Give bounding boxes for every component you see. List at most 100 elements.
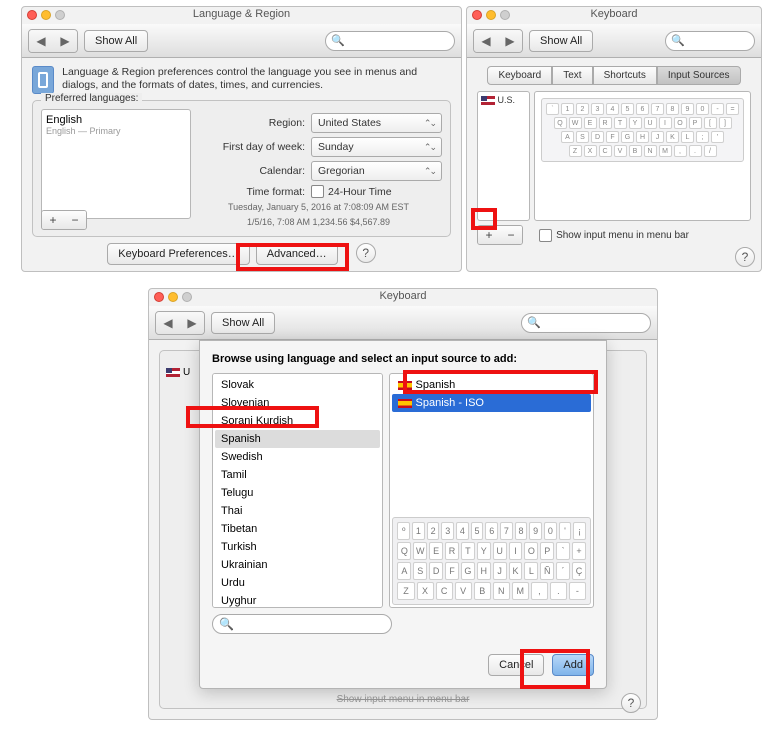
forward-button[interactable]: ▶	[180, 312, 204, 334]
input-source-item[interactable]: U.S.	[481, 95, 526, 105]
language-item[interactable]: Uyghur	[215, 592, 380, 608]
source-list[interactable]: Spanish Spanish - ISO º1234567890'¡QWERT…	[389, 373, 594, 608]
key: 5	[471, 522, 484, 540]
tab-input-sources[interactable]: Input Sources	[657, 66, 741, 85]
region-value: United States	[318, 117, 381, 129]
region-select[interactable]: United States⌃⌄	[311, 113, 442, 133]
language-item[interactable]: Telugu	[215, 484, 380, 502]
show-input-menu-checkbox[interactable]	[539, 229, 552, 242]
back-button[interactable]: ◀	[29, 30, 53, 52]
key: M	[512, 582, 529, 600]
tab-shortcuts[interactable]: Shortcuts	[593, 66, 657, 85]
source-item[interactable]: Spanish - ISO	[392, 394, 591, 412]
nav-back-forward: ◀ ▶	[28, 29, 78, 53]
key: `	[546, 103, 559, 115]
24hour-checkbox[interactable]	[311, 185, 324, 198]
key: X	[584, 145, 597, 157]
key: ¡	[573, 522, 586, 540]
key: +	[572, 542, 586, 560]
key: U	[644, 117, 657, 129]
key: 2	[427, 522, 440, 540]
intro-row: Language & Region preferences control th…	[32, 66, 451, 94]
show-all-button[interactable]: Show All	[529, 30, 593, 52]
key: P	[540, 542, 554, 560]
key: E	[429, 542, 443, 560]
week-select[interactable]: Sunday⌃⌄	[311, 137, 442, 157]
remove-source-button[interactable]: −	[500, 226, 522, 244]
key: .	[689, 145, 702, 157]
input-source-list[interactable]: U.S.	[477, 91, 530, 221]
language-item[interactable]: Sorani Kurdish	[215, 412, 380, 430]
key: I	[659, 117, 672, 129]
language-item[interactable]: Turkish	[215, 538, 380, 556]
show-all-button[interactable]: Show All	[84, 30, 148, 52]
key: 6	[485, 522, 498, 540]
keyboard-layout-preview: º1234567890'¡QWERTYUIOP`+ASDFGHJKLÑ´ÇZXC…	[392, 517, 591, 605]
cancel-button[interactable]: Cancel	[488, 654, 544, 676]
key: º	[397, 522, 410, 540]
key: I	[509, 542, 523, 560]
source-item[interactable]: Spanish	[392, 376, 591, 394]
key: F	[606, 131, 619, 143]
chevron-updown-icon: ⌃⌄	[424, 142, 435, 153]
back-button[interactable]: ◀	[474, 30, 498, 52]
help-button[interactable]: ?	[356, 243, 376, 263]
back-button[interactable]: ◀	[156, 312, 180, 334]
key: G	[621, 131, 634, 143]
language-item[interactable]: Tibetan	[215, 520, 380, 538]
forward-button[interactable]: ▶	[498, 30, 522, 52]
help-button[interactable]: ?	[735, 247, 755, 267]
sheet-search-input[interactable]	[212, 614, 392, 634]
add-button[interactable]: Add	[552, 654, 594, 676]
toolbar: ◀ ▶ Show All 🔍	[22, 24, 461, 58]
add-source-button[interactable]: +	[478, 226, 500, 244]
language-list[interactable]: SlovakSlovenianSorani KurdishSpanishSwed…	[212, 373, 383, 608]
key: K	[509, 562, 523, 580]
spain-flag-icon	[398, 381, 412, 390]
language-item[interactable]: Spanish	[215, 430, 380, 448]
language-list[interactable]: English English — Primary	[41, 109, 191, 219]
key: 0	[544, 522, 557, 540]
show-all-button[interactable]: Show All	[211, 312, 275, 334]
language-item[interactable]: Ukrainian	[215, 556, 380, 574]
forward-button[interactable]: ▶	[53, 30, 77, 52]
key: H	[477, 562, 491, 580]
sheet-search-wrap: 🔍	[212, 614, 594, 634]
add-language-button[interactable]: +	[42, 211, 64, 229]
add-remove-language: + −	[41, 210, 87, 230]
sample-line1: Tuesday, January 5, 2016 at 7:08:09 AM E…	[195, 202, 442, 213]
key: L	[524, 562, 538, 580]
key: S	[576, 131, 589, 143]
key: R	[599, 117, 612, 129]
language-region-window: Language & Region ◀ ▶ Show All 🔍 Languag…	[21, 6, 462, 272]
calendar-select[interactable]: Gregorian⌃⌄	[311, 161, 442, 181]
language-item[interactable]: Thai	[215, 502, 380, 520]
language-item[interactable]: Slovak	[215, 376, 380, 394]
globe-flag-icon	[32, 66, 54, 94]
remove-language-button[interactable]: −	[64, 211, 86, 229]
spain-flag-icon	[398, 399, 412, 408]
search-field-wrap: 🔍	[521, 313, 651, 333]
language-item[interactable]: Swedish	[215, 448, 380, 466]
key: Y	[477, 542, 491, 560]
preferred-languages-group: Preferred languages: English English — P…	[32, 100, 451, 237]
background-source-item: U	[166, 367, 190, 378]
key: Z	[569, 145, 582, 157]
tab-keyboard[interactable]: Keyboard	[487, 66, 552, 85]
keyboard-preferences-button[interactable]: Keyboard Preferences…	[107, 243, 249, 265]
key: ´	[556, 562, 570, 580]
language-item[interactable]: Urdu	[215, 574, 380, 592]
advanced-button[interactable]: Advanced…	[256, 243, 338, 265]
region-label: Region:	[195, 117, 305, 129]
help-button[interactable]: ?	[621, 693, 641, 713]
language-item[interactable]: Slovenian	[215, 394, 380, 412]
sheet-buttons: Cancel Add	[488, 654, 594, 676]
language-item[interactable]: Tamil	[215, 466, 380, 484]
tab-text[interactable]: Text	[552, 66, 592, 85]
window-title: Keyboard	[467, 8, 761, 20]
key: F	[445, 562, 459, 580]
language-name: English	[46, 114, 186, 126]
key: =	[726, 103, 739, 115]
key: '	[559, 522, 572, 540]
key: 4	[456, 522, 469, 540]
